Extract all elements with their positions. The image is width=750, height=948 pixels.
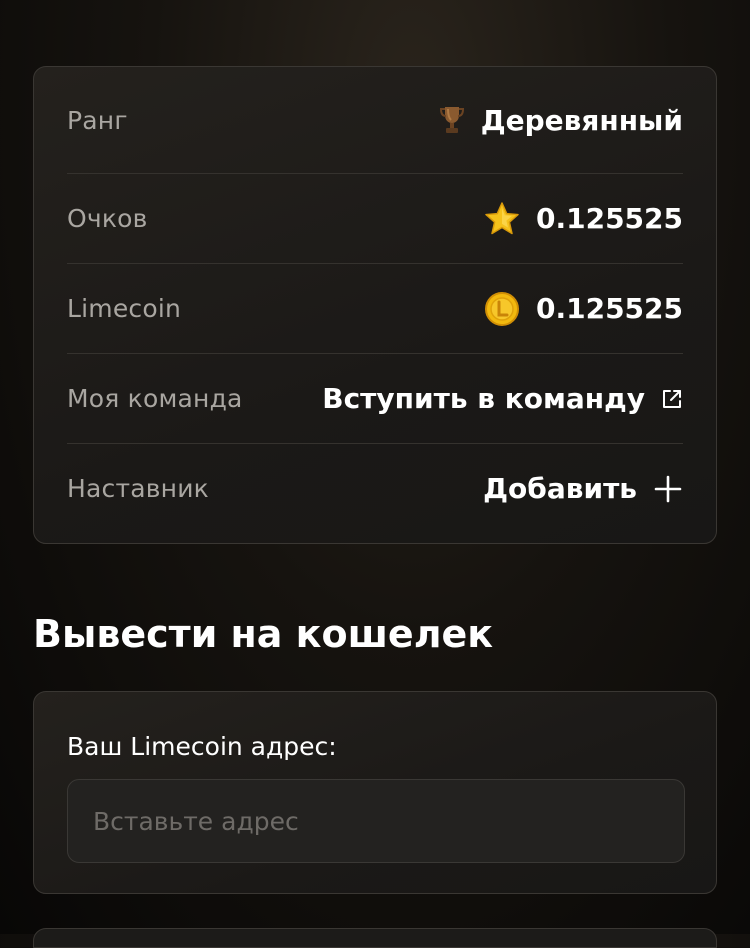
address-label: Ваш Limecoin адрес: bbox=[67, 732, 337, 761]
address-input[interactable] bbox=[67, 779, 685, 863]
points-value-group: 0.125525 bbox=[484, 201, 683, 237]
stats-card: Ранг Деревянный Очков 0.125525 Limecoin … bbox=[33, 66, 717, 544]
limecoin-value: 0.125525 bbox=[535, 292, 683, 325]
mentor-label: Наставник bbox=[67, 474, 209, 503]
rank-value: Деревянный bbox=[480, 103, 683, 137]
limecoin-row: Limecoin 0.125525 bbox=[67, 264, 683, 354]
plus-icon bbox=[653, 474, 683, 504]
points-row: Очков 0.125525 bbox=[67, 174, 683, 264]
coin-icon bbox=[484, 291, 520, 327]
join-team-link[interactable]: Вступить в команду bbox=[322, 382, 683, 415]
next-card-edge bbox=[33, 928, 717, 948]
withdraw-title: Вывести на кошелек bbox=[33, 612, 494, 656]
limecoin-value-group: 0.125525 bbox=[484, 291, 683, 327]
rank-row: Ранг Деревянный bbox=[67, 67, 683, 174]
rank-value-group: Деревянный bbox=[439, 104, 683, 137]
external-link-icon bbox=[661, 388, 683, 410]
points-value: 0.125525 bbox=[535, 202, 683, 235]
rank-label: Ранг bbox=[67, 105, 128, 135]
star-icon bbox=[484, 201, 520, 237]
add-mentor-button[interactable]: Добавить bbox=[483, 472, 683, 505]
add-mentor-label: Добавить bbox=[483, 472, 637, 505]
team-row: Моя команда Вступить в команду bbox=[67, 354, 683, 444]
limecoin-label: Limecoin bbox=[67, 294, 182, 323]
points-label: Очков bbox=[67, 204, 148, 233]
trophy-icon bbox=[439, 105, 465, 135]
team-label: Моя команда bbox=[67, 384, 243, 413]
mentor-row: Наставник Добавить bbox=[67, 444, 683, 533]
join-team-label: Вступить в команду bbox=[322, 382, 645, 415]
wallet-card: Ваш Limecoin адрес: bbox=[33, 691, 717, 894]
